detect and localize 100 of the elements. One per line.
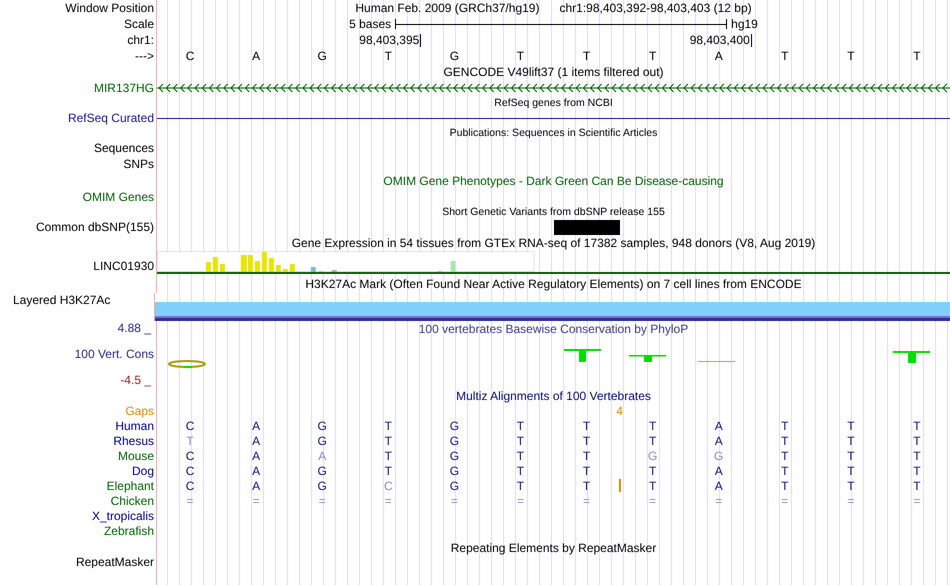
strand-label: ---> — [135, 49, 154, 63]
base-letter: T — [185, 434, 195, 448]
species-label: Zebrafish — [104, 524, 154, 538]
base-letter: T — [780, 448, 790, 462]
track-label: Common dbSNP(155) — [36, 220, 154, 234]
base-letter: G — [316, 434, 328, 448]
species-label: Mouse — [118, 448, 154, 462]
base-letter: T — [912, 478, 922, 492]
coordinate-tick: 98,403,395 — [359, 34, 422, 46]
base-letter: = — [318, 494, 327, 508]
species-label: Dog — [132, 464, 154, 478]
track-title: OMIM Gene Phenotypes - Dark Green Can Be Disease-causing — [383, 174, 724, 188]
base-letter: G — [713, 448, 724, 462]
base-letter: = — [516, 494, 525, 508]
base-letter: T — [516, 434, 526, 448]
base-letter: A — [251, 49, 262, 63]
base-letter: G — [646, 448, 658, 462]
assembly-text: Human Feb. 2009 (GRCh37/hg19) — [355, 1, 540, 15]
base-letter: = — [780, 494, 790, 508]
base-letter: T — [582, 448, 592, 462]
base-letter: T — [846, 464, 856, 478]
species-label: Human — [115, 418, 154, 432]
axis-label: 100 Vert. Cons — [74, 347, 154, 361]
track-label: Layered H3K27Ac — [13, 293, 110, 307]
axis-label: -4.5 _ — [120, 373, 152, 387]
track-label: Gaps — [125, 404, 154, 418]
base-letter: T — [516, 478, 526, 492]
track-label: LINC01930 — [93, 259, 154, 273]
base-letter: = — [384, 494, 393, 508]
base-letter: T — [582, 49, 592, 63]
base-letter: T — [648, 418, 658, 432]
base-letter: = — [582, 494, 592, 508]
base-letter: A — [251, 434, 262, 448]
variant-block — [554, 220, 620, 235]
track-label: RefSeq Curated — [68, 111, 154, 125]
base-letter: T — [384, 434, 393, 448]
base-letter: T — [516, 464, 526, 478]
species-label: Chicken — [110, 494, 154, 508]
base-letter: = — [252, 494, 261, 508]
base-letter: T — [780, 49, 790, 63]
base-letter: T — [780, 478, 790, 492]
base-letter: A — [317, 448, 328, 462]
base-letter: G — [316, 478, 328, 492]
base-letter: T — [648, 478, 658, 492]
base-letter: G — [448, 434, 460, 448]
base-letter: G — [448, 49, 460, 63]
track-label: OMIM Genes — [82, 190, 154, 204]
base-letter: T — [912, 464, 922, 478]
assembly-text: hg19 — [731, 17, 758, 31]
base-letter: G — [316, 49, 328, 63]
base-letter: G — [448, 418, 460, 432]
base-letter: T — [648, 434, 658, 448]
base-letter: G — [316, 464, 328, 478]
base-letter: A — [714, 418, 724, 432]
base-letter: T — [846, 49, 856, 63]
base-letter: T — [912, 418, 922, 432]
track-label: MIR137HG — [94, 81, 154, 95]
track-title: RefSeq genes from NCBI — [494, 96, 613, 110]
base-letter: G — [448, 478, 460, 492]
base-letter: T — [780, 464, 790, 478]
base-letter: T — [912, 448, 922, 462]
track-label: RepeatMasker — [76, 554, 154, 568]
base-letter: T — [780, 418, 790, 432]
track-title: Multiz Alignments of 100 Vertebrates — [456, 389, 651, 403]
base-letter: T — [582, 464, 592, 478]
base-letter: = — [186, 494, 195, 508]
base-letter: C — [184, 418, 196, 432]
coordinate-tick: 98,403,400 — [690, 34, 752, 46]
base-letter: T — [516, 418, 526, 432]
base-letter: T — [648, 464, 658, 478]
species-label: Rhesus — [113, 434, 154, 448]
base-letter: T — [912, 49, 922, 63]
base-letter: C — [184, 448, 196, 462]
base-letter: T — [912, 434, 922, 448]
base-letter: A — [251, 448, 262, 462]
track-title: 100 vertebrates Basewise Conservation by PhyloP — [418, 322, 688, 336]
species-label: X_tropicalis — [92, 508, 154, 522]
base-letter: C — [382, 478, 394, 492]
base-letter: = — [912, 494, 922, 508]
track-label: Sequences — [94, 141, 154, 155]
base-letter: T — [384, 448, 393, 462]
track-title: GENCODE V49lift37 (1 items filtered out) — [443, 65, 664, 79]
base-letter: C — [184, 478, 196, 492]
base-letter: T — [846, 434, 856, 448]
base-letter: T — [516, 448, 526, 462]
base-letter: G — [316, 418, 328, 432]
base-letter: T — [846, 478, 856, 492]
track-label: chr1: — [127, 33, 154, 47]
base-letter: T — [846, 418, 856, 432]
axis-label: 4.88 _ — [118, 321, 152, 335]
base-letter: = — [846, 494, 856, 508]
base-letter: A — [714, 49, 724, 63]
base-letter: T — [582, 418, 592, 432]
base-letter: T — [516, 49, 526, 63]
track-title: Gene Expression in 54 tissues from GTEx RNA-seq of 17382 samples, 948 donors (V8, Aug 2019) — [292, 236, 816, 250]
base-letter: G — [448, 464, 460, 478]
track-label: Scale — [124, 17, 154, 31]
track-label: Window Position — [65, 1, 154, 15]
base-letter: G — [448, 448, 460, 462]
gap-count: 4 — [615, 404, 624, 418]
